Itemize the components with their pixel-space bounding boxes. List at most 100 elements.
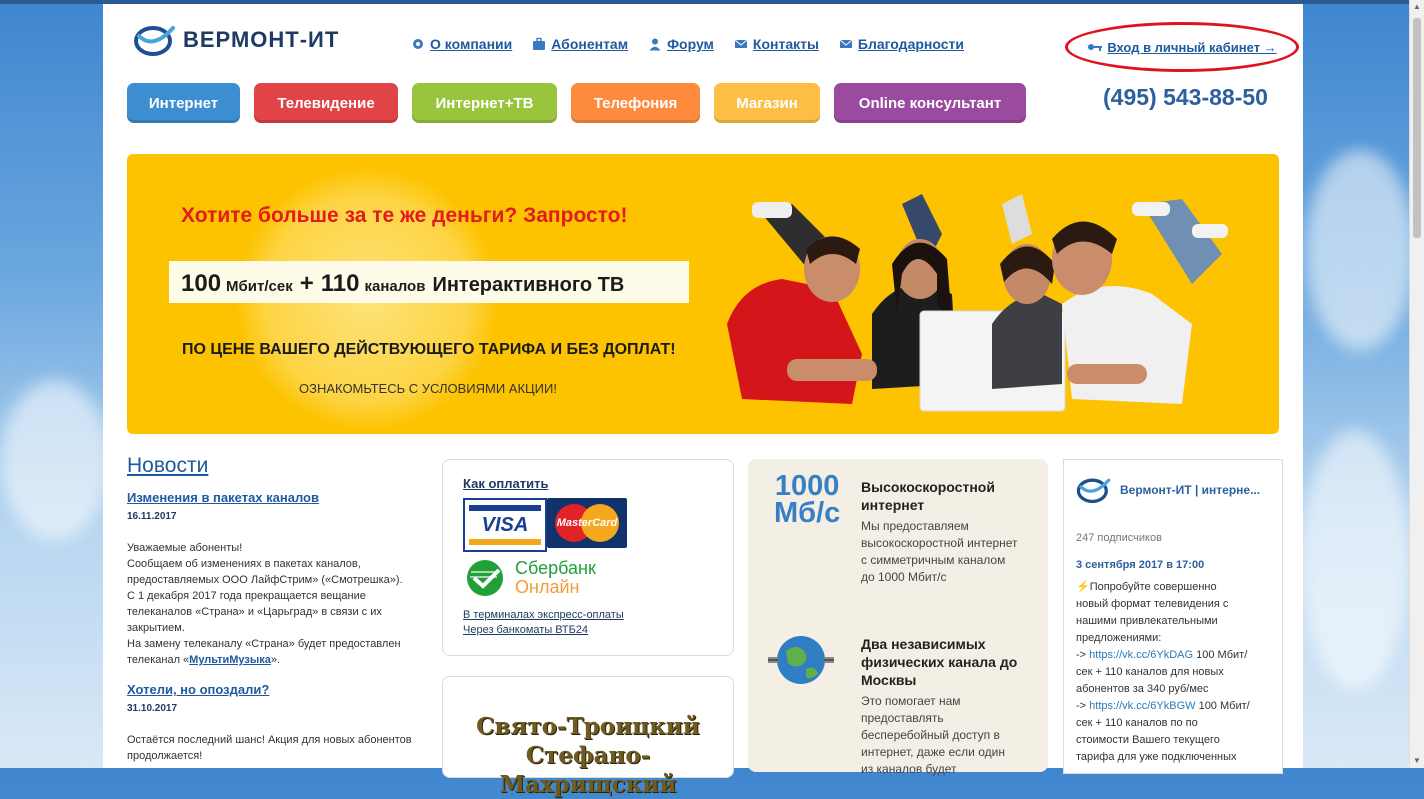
sberbank-online-logo[interactable]: Сбербанк Онлайн <box>463 558 596 598</box>
nav-subscribers-label: Абонентам <box>551 36 629 52</box>
news-line: телеканалов «Страна» и «Царьград» в связ… <box>127 606 382 618</box>
scroll-down-arrow-icon[interactable]: ▼ <box>1410 754 1424 768</box>
news-line: продолжается! <box>127 750 203 762</box>
vk-widget: Вермонт-ИТ | интерне... 247 подписчиков … <box>1063 459 1283 774</box>
nav-contacts-label: Контакты <box>752 36 819 52</box>
scrollbar-thumb[interactable] <box>1413 18 1421 238</box>
banner-plus: + <box>299 270 314 297</box>
feature-text: Это помогает нам предоставлять бесперебо… <box>861 693 1041 778</box>
nav-about-label: О компании <box>430 36 513 52</box>
speed-badge: 1000 Мб/с <box>774 470 841 529</box>
nav-thanks-label: Благодарности <box>857 36 964 52</box>
multimuzyka-link[interactable]: МультиМузыка <box>189 654 271 666</box>
login-label: Вход в личный кабинет → <box>1107 39 1277 55</box>
vk-subscribers[interactable]: 247 подписчиков <box>1076 532 1162 544</box>
vk-widget-header[interactable]: Вермонт-ИТ | интерне... <box>1076 474 1260 506</box>
vk-post-link[interactable]: https://vk.cc/6YkBGW <box>1089 700 1195 712</box>
banner-offer-box: 100 Мбит/сек + 110 каналов Интерактивног… <box>169 261 689 303</box>
vermont-logo-icon <box>134 26 175 56</box>
vk-post-text: ⚡Попробуйте совершенно новый формат теле… <box>1076 579 1276 766</box>
category-internet-button[interactable]: Интернет <box>127 83 240 123</box>
nav-forum-label: Форум <box>667 36 714 52</box>
banner-speed-number: 100 <box>181 270 222 297</box>
vk-post-line: -> https://vk.cc/6YkBGW 100 Мбит/ <box>1076 698 1276 715</box>
news-line-prefix: телеканал « <box>127 654 190 666</box>
speed-badge-number: 1000 <box>774 470 840 502</box>
nav-subscribers-link[interactable]: Абонентам <box>532 36 628 52</box>
feature-title: Высокоскоростной интернет <box>861 478 1041 514</box>
briefcase-icon <box>533 37 546 50</box>
category-tv-button[interactable]: Телевидение <box>254 83 398 123</box>
church-line2: Стефано-Махрищский <box>499 742 677 798</box>
vk-post-line: нашими привлекательными <box>1076 615 1218 627</box>
payment-atm-link[interactable]: Через банкоматы ВТБ24 <box>463 623 624 638</box>
vertical-scrollbar[interactable]: ▲ ▼ <box>1409 0 1424 768</box>
nav-about-link[interactable]: О компании <box>411 36 512 52</box>
promo-banner[interactable]: Хотите больше за те же деньги? Запросто!… <box>127 154 1279 434</box>
vermont-logo-icon <box>1076 478 1111 504</box>
cloud <box>0 380 110 540</box>
vk-post-line: сек + 110 каналов для новых <box>1076 666 1224 678</box>
banner-headline: Хотите больше за те же деньги? Запросто! <box>181 204 628 227</box>
feature-text: Мы предоставляем высокоскоростной интерн… <box>861 518 1041 586</box>
phone-number: (495) 543-88-50 <box>1103 84 1268 110</box>
cloud <box>1300 430 1410 690</box>
payment-terminals-link[interactable]: В терминалах экспресс-оплаты <box>463 608 624 623</box>
scroll-up-arrow-icon[interactable]: ▲ <box>1410 0 1424 14</box>
sberbank-line1: Сбербанк <box>515 558 596 578</box>
login-cabinet-link[interactable]: Вход в личный кабинет → <box>1065 22 1299 72</box>
vk-post-line: тарифа для уже подключенных <box>1076 751 1237 763</box>
news-item-title[interactable]: Изменения в пакетах каналов <box>127 490 417 505</box>
nav-thanks-link[interactable]: Благодарности <box>839 36 964 52</box>
vk-post-line: -> https://vk.cc/6YkDAG 100 Мбит/ <box>1076 647 1276 664</box>
feature-channels: Два независимых физических канала до Мос… <box>861 635 1041 778</box>
vk-post-tail: 100 Мбит/ <box>1193 649 1248 661</box>
news-item-title[interactable]: Хотели, но опоздали? <box>127 682 417 697</box>
speed-badge-unit: Мб/с <box>774 497 841 529</box>
category-telephony-button[interactable]: Телефония <box>571 83 700 123</box>
features-panel: 1000 Мб/с Высокоскоростной интернет Мы п… <box>748 459 1048 776</box>
feature-text-line: Это помогает нам <box>861 694 961 708</box>
feature-text-line: до 1000 Мбит/с <box>861 570 947 584</box>
vk-group-name: Вермонт-ИТ | интерне... <box>1120 483 1261 497</box>
news-line: закрытием. <box>127 622 185 634</box>
feature-title: Два независимых физических канала до Мос… <box>861 635 1041 689</box>
mastercard-logo[interactable]: MasterCard <box>547 498 627 548</box>
news-item-date: 16.11.2017 <box>127 511 177 522</box>
vk-post-line: ⚡Попробуйте совершенно <box>1076 581 1217 593</box>
vk-post-link[interactable]: https://vk.cc/6YkDAG <box>1089 649 1193 661</box>
vk-post-prefix: -> <box>1076 700 1090 712</box>
vk-post-line: стоимости Вашего текущего <box>1076 734 1220 746</box>
top-navigation: О компании Абонентам Форум Контакты Благ… <box>411 36 964 52</box>
site-logo[interactable]: ВЕРМОНТ-ИТ <box>133 22 339 58</box>
user-icon <box>649 38 661 51</box>
mastercard-text: MasterCard <box>556 517 618 529</box>
visa-logo[interactable]: VISA <box>463 498 547 552</box>
news-heading[interactable]: Новости <box>127 454 417 478</box>
banner-subline: ПО ЦЕНЕ ВАШЕГО ДЕЙСТВУЮЩЕГО ТАРИФА И БЕЗ… <box>182 341 676 358</box>
nav-forum-link[interactable]: Форум <box>648 36 714 52</box>
category-online-consultant-button[interactable]: Online консультант <box>834 83 1026 123</box>
church-title: Свято-Троицкий Стефано-Махрищский <box>443 712 733 799</box>
visa-text: VISA <box>481 513 529 536</box>
feature-title-line: физических канала до <box>861 654 1018 670</box>
vk-post-date[interactable]: 3 сентября 2017 в 17:00 <box>1076 559 1204 571</box>
news-line: предоставляемых ООО ЛайфСтрим» («Смотреш… <box>127 574 403 586</box>
banner-conditions-link[interactable]: ОЗНАКОМЬТЕСЬ С УСЛОВИЯМИ АКЦИИ! <box>299 381 557 396</box>
category-shop-button[interactable]: Магазин <box>714 83 820 123</box>
news-line-suffix: ». <box>270 654 281 666</box>
feature-text-line: предоставлять <box>861 711 944 725</box>
feature-text-line: бесперебойный доступ в <box>861 728 1000 742</box>
feature-text-line: интернет, даже если один <box>861 745 1005 759</box>
feature-title-line: Москвы <box>861 672 917 688</box>
key-icon <box>1088 44 1103 51</box>
nav-contacts-link[interactable]: Контакты <box>734 36 819 52</box>
category-internet-tv-button[interactable]: Интернет+ТВ <box>412 83 557 123</box>
banner-tv-word: Интерактивного ТВ <box>432 274 625 296</box>
church-banner[interactable]: Свято-Троицкий Стефано-Махрищский <box>442 676 734 798</box>
news-line: Сообщаем об изменениях в пакетах каналов… <box>127 558 361 570</box>
feature-title-line: Два независимых <box>861 636 986 652</box>
payment-heading[interactable]: Как оплатить <box>463 476 548 491</box>
banner-channels-word: каналов <box>364 278 426 295</box>
news-line: Уважаемые абоненты! <box>127 542 243 554</box>
